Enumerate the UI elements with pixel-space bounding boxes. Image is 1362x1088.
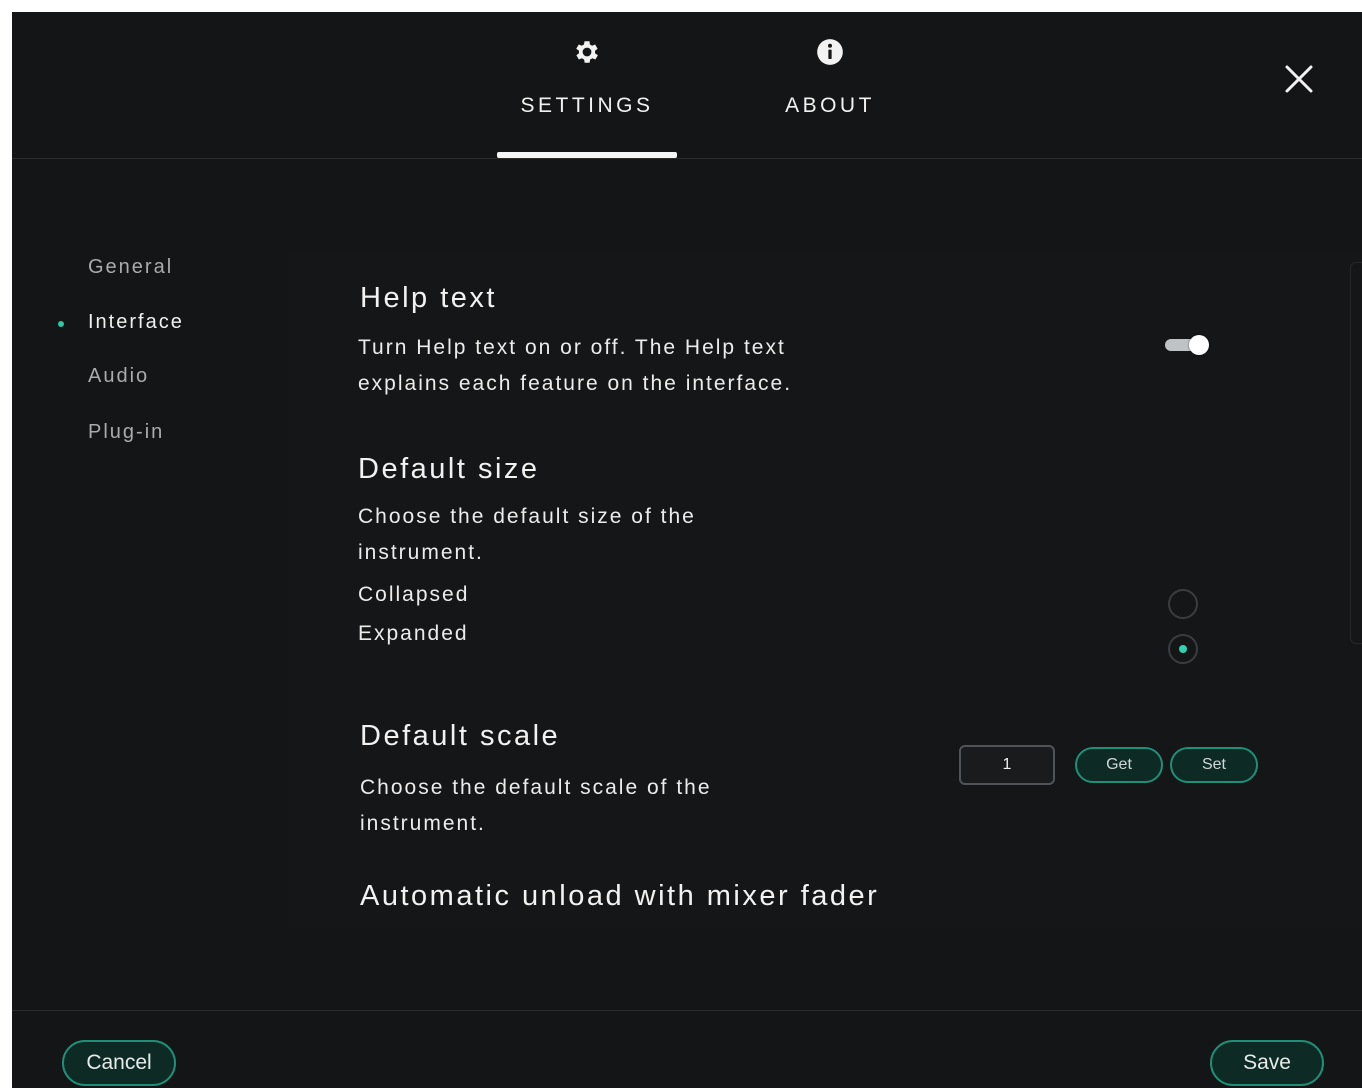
tab-settings[interactable]: SETTINGS xyxy=(497,12,677,158)
info-icon xyxy=(740,38,920,66)
default-size-description: Choose the default size of the instrumen… xyxy=(358,499,918,571)
default-size-desc-line2: instrument. xyxy=(358,541,484,564)
close-button[interactable] xyxy=(1280,60,1318,98)
default-scale-input[interactable] xyxy=(959,745,1055,785)
settings-window: SETTINGS ABOUT General Interface Audio P… xyxy=(12,12,1362,1088)
header: SETTINGS ABOUT xyxy=(12,12,1362,159)
tab-about-label: ABOUT xyxy=(785,94,875,117)
save-button[interactable]: Save xyxy=(1210,1040,1324,1086)
option-expanded-label: Expanded xyxy=(358,622,469,645)
help-text-desc-line1: Turn Help text on or off. The Help text xyxy=(358,336,786,359)
cancel-button[interactable]: Cancel xyxy=(62,1040,176,1086)
active-item-indicator xyxy=(58,321,64,327)
radio-expanded[interactable] xyxy=(1168,634,1198,664)
get-button[interactable]: Get xyxy=(1075,747,1163,783)
default-scale-desc-line2: instrument. xyxy=(360,812,486,835)
gear-icon xyxy=(497,38,677,66)
help-text-title: Help text xyxy=(360,282,497,314)
tab-settings-label: SETTINGS xyxy=(520,94,654,117)
help-text-desc-line2: explains each feature on the interface. xyxy=(358,372,793,395)
default-scale-description: Choose the default scale of the instrume… xyxy=(360,770,920,842)
set-button[interactable]: Set xyxy=(1170,747,1258,783)
sidebar-item-plug-in[interactable]: Plug-in xyxy=(88,421,164,444)
toggle-knob xyxy=(1189,335,1209,355)
footer-divider xyxy=(12,1010,1362,1011)
active-tab-indicator xyxy=(497,152,677,158)
option-collapsed-label: Collapsed xyxy=(358,583,470,606)
radio-collapsed[interactable] xyxy=(1168,589,1198,619)
sidebar-item-audio[interactable]: Audio xyxy=(88,365,149,388)
sidebar-item-general[interactable]: General xyxy=(88,256,173,279)
auto-unload-title: Automatic unload with mixer fader xyxy=(360,880,880,912)
scrollbar[interactable] xyxy=(1350,262,1362,644)
default-scale-title: Default scale xyxy=(360,720,561,752)
tab-about[interactable]: ABOUT xyxy=(740,12,920,158)
radio-selected-dot xyxy=(1179,645,1187,653)
default-size-desc-line1: Choose the default size of the xyxy=(358,505,696,528)
sidebar-item-interface[interactable]: Interface xyxy=(88,311,184,334)
help-text-description: Turn Help text on or off. The Help text … xyxy=(358,330,918,402)
close-icon xyxy=(1285,65,1313,93)
default-scale-desc-line1: Choose the default scale of the xyxy=(360,776,712,799)
default-size-title: Default size xyxy=(358,453,540,485)
help-text-toggle[interactable] xyxy=(1165,335,1209,355)
